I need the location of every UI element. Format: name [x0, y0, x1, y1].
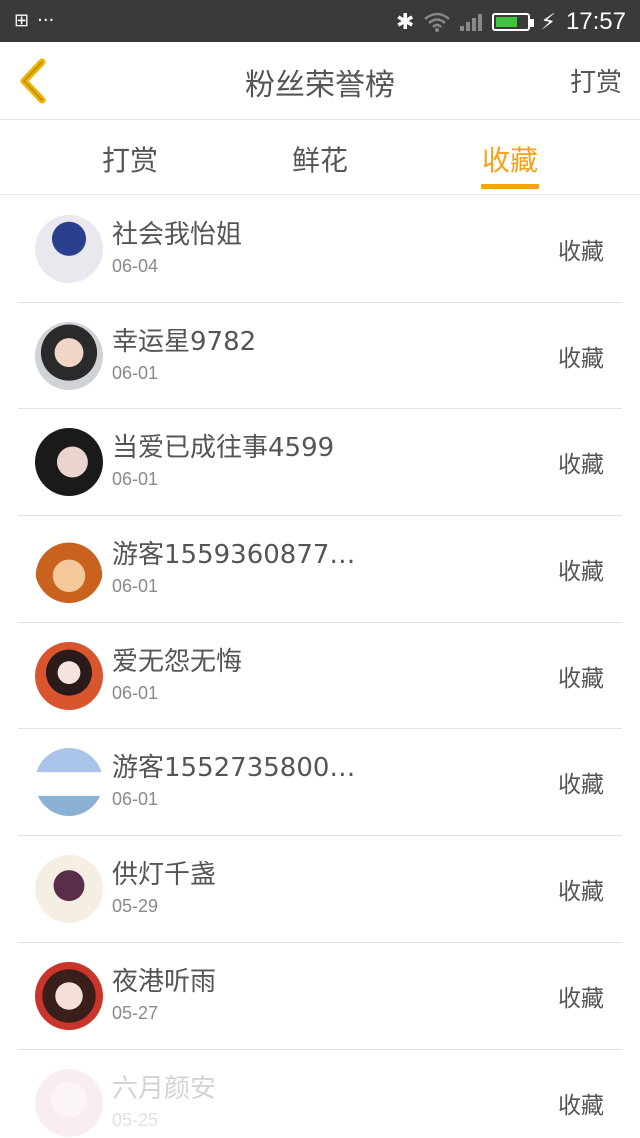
header: 粉丝荣誉榜 打赏	[0, 42, 640, 120]
clock: 17:57	[565, 8, 626, 35]
more-notifications-icon: ···	[37, 10, 55, 31]
user-name: 供灯千盏	[112, 860, 217, 891]
favorite-label: 收藏	[558, 345, 604, 372]
date: 06-01	[112, 682, 159, 703]
tab-flowers[interactable]: 鲜花	[260, 139, 380, 179]
date: 06-01	[112, 362, 159, 383]
date: 05-25	[112, 1109, 159, 1130]
date: 05-27	[112, 1002, 159, 1023]
favorite-label: 收藏	[558, 452, 604, 479]
page-title: 粉丝荣誉榜	[245, 68, 395, 103]
status-right: ✱ ⚡ 17:57	[396, 8, 626, 36]
list-item[interactable]: 社会我怡姐 06-04 收藏	[18, 196, 622, 303]
user-name: 夜港听雨	[112, 966, 217, 997]
date: 06-01	[112, 469, 159, 490]
tab-bar: 打赏 鲜花 收藏	[0, 121, 640, 195]
tab-reward[interactable]: 打赏	[70, 139, 190, 179]
date: 06-01	[112, 789, 159, 810]
user-name: 当爱已成往事4599	[112, 433, 335, 464]
user-name: 社会我怡姐	[112, 220, 243, 250]
avatar	[35, 855, 103, 924]
status-left: ⊞ ···	[14, 10, 54, 31]
avatar	[35, 641, 103, 710]
avatar	[35, 428, 103, 497]
list-item[interactable]: 当爱已成往事4599 06-01 收藏	[18, 409, 622, 517]
date: 06-04	[112, 256, 159, 276]
list-item[interactable]: 游客1552735800… 06-01 收藏	[18, 729, 622, 837]
list-item[interactable]: 夜港听雨 05-27 收藏	[18, 943, 622, 1050]
avatar	[35, 215, 103, 283]
user-name: 爱无怨无悔	[112, 646, 243, 677]
avatar	[35, 748, 103, 817]
bluetooth-icon: ✱	[396, 9, 415, 35]
avatar	[35, 321, 103, 390]
status-bar: ⊞ ··· ✱ ⚡ 17:57	[0, 0, 640, 42]
avatar	[35, 535, 103, 604]
list-item[interactable]: 六月颜安 05-25 收藏	[18, 1050, 622, 1138]
user-name: 六月颜安	[112, 1073, 217, 1104]
wifi-icon	[424, 12, 451, 32]
reward-button[interactable]: 打赏	[570, 62, 622, 99]
date: 06-01	[112, 576, 159, 597]
favorite-label: 收藏	[558, 665, 604, 692]
favorite-label: 收藏	[558, 772, 604, 799]
fan-list[interactable]: 社会我怡姐 06-04 收藏 幸运星9782 06-01 收藏 当爱已成往事45…	[0, 196, 640, 1138]
date: 05-29	[112, 896, 159, 917]
charging-icon: ⚡	[540, 9, 556, 35]
user-name: 游客1552735800…	[112, 753, 356, 784]
user-name: 幸运星9782	[112, 326, 257, 357]
active-tab-indicator	[481, 184, 539, 189]
favorite-label: 收藏	[558, 879, 604, 906]
list-item[interactable]: 幸运星9782 06-01 收藏	[18, 303, 622, 410]
favorite-label: 收藏	[558, 985, 604, 1012]
notification-icon: ⊞	[14, 10, 30, 31]
tab-favorites[interactable]: 收藏	[450, 139, 570, 179]
user-name: 游客1559360877…	[112, 540, 356, 571]
favorite-label: 收藏	[558, 1092, 604, 1119]
avatar	[35, 1068, 103, 1137]
signal-icon	[460, 13, 483, 31]
list-item[interactable]: 游客1559360877… 06-01 收藏	[18, 516, 622, 623]
list-item[interactable]: 爱无怨无悔 06-01 收藏	[18, 623, 622, 730]
list-item[interactable]: 供灯千盏 05-29 收藏	[18, 836, 622, 943]
avatar	[35, 961, 103, 1030]
battery-icon	[492, 13, 535, 31]
favorite-label: 收藏	[558, 239, 604, 265]
favorite-label: 收藏	[558, 559, 604, 586]
